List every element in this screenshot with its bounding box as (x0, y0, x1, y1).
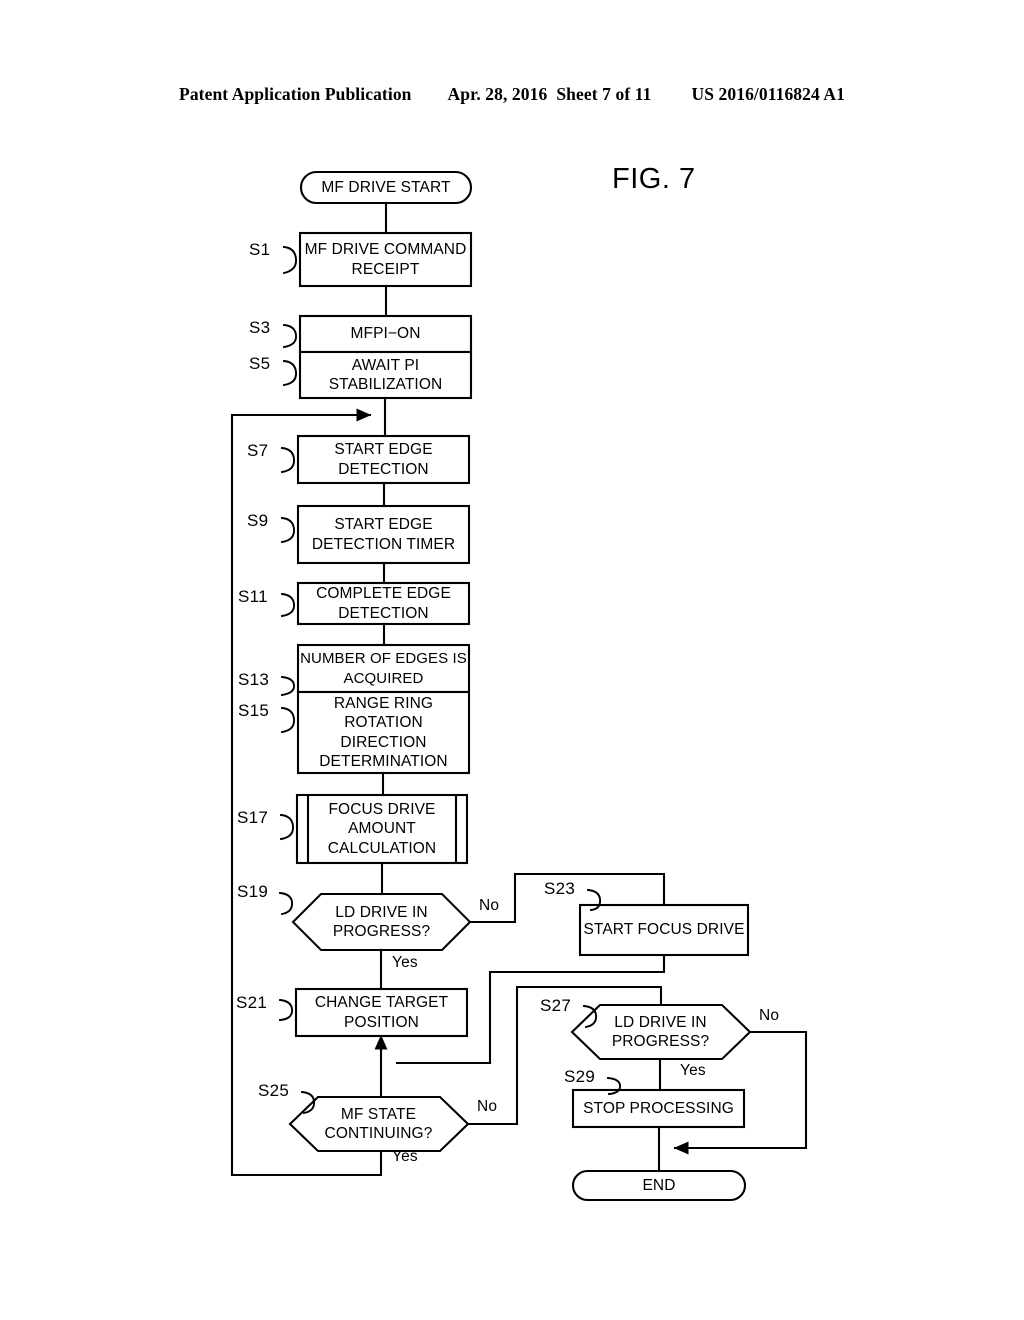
step-label-s19: S19 (237, 882, 269, 901)
leader-s1 (282, 245, 297, 275)
node-shape-end (571, 1169, 747, 1202)
branch-label-s25-yes: Yes (392, 1148, 418, 1165)
branch-label-s19-no: No (479, 897, 500, 914)
step-label-s13: S13 (238, 670, 270, 689)
step-label-s21: S21 (236, 993, 268, 1012)
node-shape-s15 (296, 690, 471, 775)
leader-s17 (279, 813, 294, 841)
node-shape-s13 (296, 643, 471, 694)
step-label-s25: S25 (258, 1081, 290, 1100)
node-shape-s9 (296, 504, 471, 565)
branch-label-s27-yes: Yes (680, 1062, 706, 1079)
node-shape-s7 (296, 434, 471, 485)
leader-s5 (282, 359, 297, 387)
step-label-s1: S1 (249, 240, 271, 259)
step-label-s9: S9 (247, 511, 269, 530)
node-shape-s17 (295, 793, 469, 865)
branch-label-s19-yes: Yes (392, 954, 418, 971)
node-shape-s11 (296, 581, 471, 626)
step-label-s29: S29 (564, 1067, 596, 1086)
node-shape-s23 (578, 903, 750, 957)
step-label-s23: S23 (544, 879, 576, 898)
leader-s21 (278, 998, 293, 1022)
step-label-s5: S5 (249, 354, 271, 373)
flowchart-figure: FIG. 7 MF DRIVE START MF DRIVE COMMAND R… (0, 0, 1024, 1320)
figure-title: FIG. 7 (612, 163, 696, 195)
branch-label-s25-no: No (477, 1098, 498, 1115)
leader-s11 (280, 592, 295, 618)
node-shape-s27 (570, 1003, 752, 1061)
leader-s9 (280, 516, 295, 544)
step-label-s3: S3 (249, 318, 271, 337)
leader-s13 (280, 675, 295, 697)
node-shape-s21 (294, 987, 469, 1038)
node-shape-start (299, 170, 473, 205)
step-label-s17: S17 (237, 808, 269, 827)
flowchart-canvas (230, 170, 808, 1202)
branch-label-s27-no: No (759, 1007, 780, 1024)
step-label-s15: S15 (238, 701, 270, 720)
leader-s15 (280, 706, 295, 734)
step-label-s11: S11 (238, 587, 268, 606)
node-shape-s3 (298, 314, 473, 354)
node-shape-s25 (288, 1095, 470, 1153)
node-shape-s5 (298, 350, 473, 400)
leader-s7 (280, 446, 295, 474)
leader-s19 (278, 891, 294, 916)
node-shape-s29 (571, 1088, 746, 1129)
node-shape-s1 (298, 231, 473, 288)
node-shape-s19 (291, 892, 472, 952)
leader-s3 (282, 323, 297, 349)
step-label-s27: S27 (540, 996, 572, 1015)
step-label-s7: S7 (247, 441, 269, 460)
